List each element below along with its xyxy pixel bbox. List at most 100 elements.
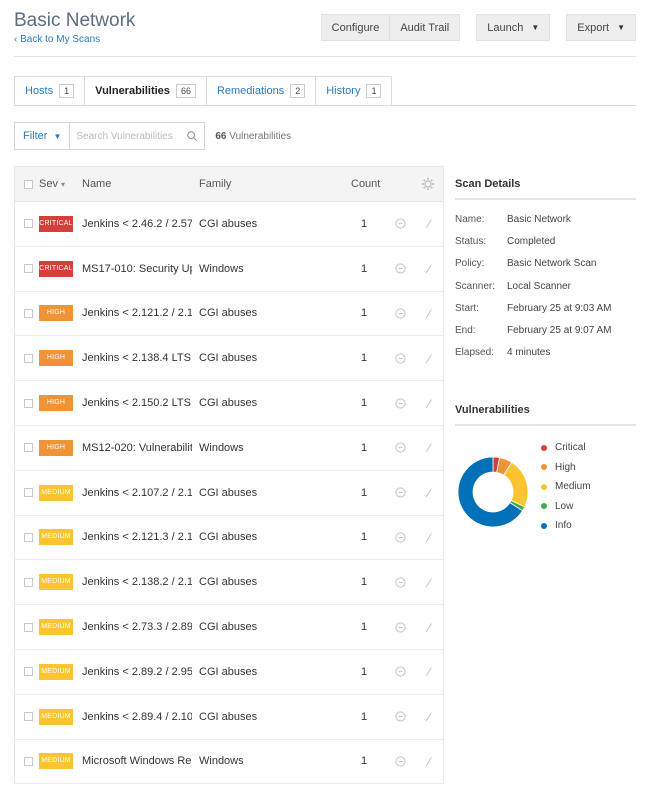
family-column-header[interactable]: Family (199, 178, 231, 190)
count-column-header[interactable]: Count (351, 178, 380, 190)
tab-hosts[interactable]: Hosts 1 (14, 76, 85, 106)
pencil-icon[interactable] (424, 263, 433, 274)
vulnerability-name[interactable]: Jenkins < 2.121.2 / 2.133 Mul... (82, 307, 192, 319)
pencil-icon[interactable] (424, 532, 433, 543)
table-row[interactable]: HIGH Jenkins < 2.150.2 LTS / 2.160 ... C… (15, 381, 443, 426)
row-checkbox[interactable] (24, 488, 33, 498)
row-checkbox[interactable] (24, 264, 33, 274)
severity-cell: HIGH (39, 439, 73, 456)
gear-icon[interactable] (421, 177, 435, 191)
pencil-icon[interactable] (424, 577, 433, 588)
legend-label: Info (555, 520, 572, 532)
name-column-header[interactable]: Name (82, 178, 192, 190)
table-row[interactable]: HIGH Jenkins < 2.121.2 / 2.133 Mul... CG… (15, 292, 443, 337)
tab-vulnerabilities[interactable]: Vulnerabilities 66 (84, 76, 206, 106)
search-icon[interactable] (186, 129, 198, 143)
row-checkbox[interactable] (24, 353, 33, 363)
info-icon[interactable] (395, 711, 406, 722)
legend-item[interactable]: Low (541, 497, 591, 517)
row-checkbox[interactable] (24, 577, 33, 587)
tab-history[interactable]: History 1 (315, 76, 393, 106)
vulnerability-name[interactable]: Jenkins < 2.107.2 / 2.116 Mul... (82, 487, 192, 499)
row-checkbox[interactable] (24, 532, 33, 542)
pencil-icon[interactable] (424, 756, 433, 767)
info-icon[interactable] (395, 621, 406, 633)
info-icon[interactable] (395, 756, 406, 767)
row-checkbox[interactable] (24, 756, 33, 766)
pencil-icon[interactable] (424, 666, 433, 677)
row-checkbox[interactable] (24, 308, 33, 318)
table-row[interactable]: HIGH MS12-020: Vulnerabilities in ... Wi… (15, 426, 443, 471)
row-checkbox[interactable] (24, 712, 33, 722)
row-checkbox[interactable] (24, 667, 33, 677)
severity-badge: MEDIUM (39, 574, 73, 591)
export-label: Export (577, 21, 610, 34)
info-icon[interactable] (395, 532, 406, 543)
table-row[interactable]: CRITICAL MS17-010: Security Update f... … (15, 247, 443, 292)
pencil-icon[interactable] (424, 622, 433, 633)
vulnerability-name[interactable]: Microsoft Windows Remote ... (82, 755, 192, 767)
pencil-icon[interactable] (424, 442, 433, 453)
info-icon[interactable] (395, 487, 406, 498)
pencil-icon[interactable] (424, 487, 433, 498)
launch-button[interactable]: Launch ▼ (476, 14, 551, 41)
vulnerability-name[interactable]: Jenkins < 2.138.4 LTS / 2.150... (82, 352, 192, 364)
donut-slice-medium[interactable] (503, 461, 529, 508)
legend-item[interactable]: Critical (541, 438, 591, 458)
table-row[interactable]: MEDIUM Jenkins < 2.121.3 / 2.138 Mul... … (15, 516, 443, 561)
table-row[interactable]: MEDIUM Jenkins < 2.138.2 / 2.146 Mul... … (15, 560, 443, 606)
table-row[interactable]: MEDIUM Microsoft Windows Remote ... Wind… (15, 740, 443, 785)
row-checkbox[interactable] (24, 443, 33, 453)
table-row[interactable]: MEDIUM Jenkins < 2.89.4 / 2.107 Multi...… (15, 695, 443, 740)
export-button[interactable]: Export ▼ (566, 14, 636, 41)
pencil-icon[interactable] (424, 218, 433, 229)
vulnerability-name[interactable]: Jenkins < 2.138.2 / 2.146 Mul... (82, 576, 192, 588)
info-icon[interactable] (395, 442, 406, 453)
scan-details-title: Scan Details (455, 178, 636, 200)
configure-button[interactable]: Configure (320, 14, 390, 41)
select-all-checkbox[interactable] (24, 179, 33, 189)
vulnerabilities-donut-chart[interactable] (455, 436, 539, 552)
vulnerability-name[interactable]: Jenkins < 2.73.3 / 2.89 Multip... (82, 621, 192, 633)
vulnerability-name[interactable]: Jenkins < 2.89.4 / 2.107 Multi... (82, 711, 192, 723)
table-row[interactable]: MEDIUM Jenkins < 2.89.2 / 2.95 Multip...… (15, 650, 443, 695)
search-input[interactable] (76, 130, 187, 142)
row-checkbox[interactable] (24, 398, 33, 408)
legend-item[interactable]: High (541, 458, 591, 478)
vulnerability-name[interactable]: Jenkins < 2.121.3 / 2.138 Mul... (82, 531, 192, 543)
legend-item[interactable]: Medium (541, 477, 591, 497)
table-row[interactable]: HIGH Jenkins < 2.138.4 LTS / 2.150... CG… (15, 336, 443, 382)
sev-column-header[interactable]: Sev ▾ (39, 178, 65, 190)
vulnerability-name[interactable]: Jenkins < 2.150.2 LTS / 2.160 ... (82, 397, 192, 409)
info-icon[interactable] (395, 218, 406, 229)
table-row[interactable]: CRITICAL Jenkins < 2.46.2 / 2.57 and Je.… (15, 202, 443, 247)
info-icon[interactable] (395, 308, 406, 319)
pencil-icon[interactable] (424, 711, 433, 722)
audit-trail-button[interactable]: Audit Trail (389, 14, 461, 41)
vulnerability-name[interactable]: MS12-020: Vulnerabilities in ... (82, 442, 192, 454)
info-icon[interactable] (395, 397, 406, 409)
row-checkbox[interactable] (24, 622, 33, 632)
result-count: 66 Vulnerabilities (215, 131, 291, 142)
vulnerability-name[interactable]: MS17-010: Security Update f... (82, 263, 192, 275)
vulnerability-name[interactable]: Jenkins < 2.89.2 / 2.95 Multip... (82, 666, 192, 678)
info-icon[interactable] (395, 577, 406, 588)
filter-button[interactable]: Filter ▼ (14, 122, 70, 150)
severity-cell: HIGH (39, 305, 73, 322)
vulnerability-name[interactable]: Jenkins < 2.46.2 / 2.57 and Je... (82, 218, 192, 230)
family-cell: CGI abuses (199, 710, 258, 723)
info-icon[interactable] (395, 666, 406, 677)
legend-item[interactable]: Info (541, 516, 591, 536)
pencil-icon[interactable] (424, 353, 433, 364)
table-row[interactable]: MEDIUM Jenkins < 2.107.2 / 2.116 Mul... … (15, 471, 443, 516)
info-icon[interactable] (395, 353, 406, 364)
row-checkbox[interactable] (24, 219, 33, 229)
pencil-icon[interactable] (424, 308, 433, 319)
tab-remediations[interactable]: Remediations 2 (205, 76, 316, 106)
family-cell: CGI abuses (199, 352, 258, 365)
caret-down-icon: ▼ (53, 131, 62, 141)
table-row[interactable]: MEDIUM Jenkins < 2.73.3 / 2.89 Multip...… (15, 605, 443, 650)
info-icon[interactable] (395, 263, 406, 274)
back-to-scans-link[interactable]: ‹ Back to My Scans (14, 34, 135, 45)
pencil-icon[interactable] (424, 398, 433, 409)
